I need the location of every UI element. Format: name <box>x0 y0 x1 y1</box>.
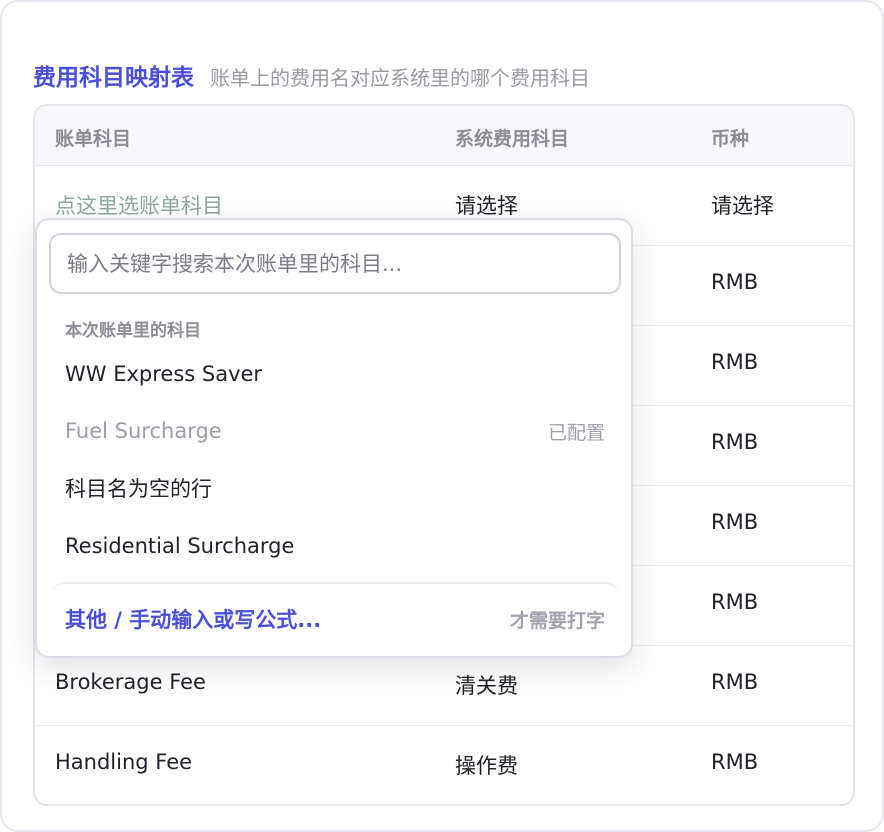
currency-cell[interactable]: RMB <box>711 430 758 454</box>
option-label: Residential Surcharge <box>65 534 295 558</box>
currency-cell[interactable]: RMB <box>711 270 758 294</box>
column-header-currency: 币种 <box>711 128 750 150</box>
table-row: Brokerage Fee 清关费 RMB <box>35 646 853 726</box>
page-title: 费用科目映射表 <box>33 65 194 91</box>
bill-item-dropdown: 本次账单里的科目 WW Express Saver Fuel Surcharge… <box>35 218 633 658</box>
option-item: Fuel Surcharge 已配置 <box>51 404 619 458</box>
option-label: WW Express Saver <box>65 362 263 386</box>
option-item[interactable]: Residential Surcharge <box>51 519 619 573</box>
currency-cell[interactable]: RMB <box>711 750 758 774</box>
bill-item-cell[interactable]: Handling Fee <box>55 750 192 774</box>
card-header: 费用科目映射表 账单上的费用名对应系统里的哪个费用科目 <box>33 58 590 92</box>
currency-cell[interactable]: RMB <box>711 670 758 694</box>
configured-tag: 已配置 <box>547 421 605 444</box>
page-subtitle: 账单上的费用名对应系统里的哪个费用科目 <box>210 66 590 90</box>
currency-cell[interactable]: RMB <box>711 590 758 614</box>
column-header-bill-item: 账单科目 <box>55 128 132 150</box>
mapping-card: 费用科目映射表 账单上的费用名对应系统里的哪个费用科目 账单科目 系统费用科目 … <box>0 0 884 832</box>
table-row: Handling Fee 操作费 RMB <box>35 726 853 804</box>
option-item[interactable]: WW Express Saver <box>51 347 619 401</box>
option-label: 科目名为空的行 <box>65 477 212 501</box>
option-item[interactable]: 科目名为空的行 <box>51 461 619 515</box>
currency-cell[interactable]: RMB <box>711 510 758 534</box>
column-header-system-item: 系统费用科目 <box>455 128 570 150</box>
table-header: 账单科目 系统费用科目 币种 <box>35 106 853 166</box>
manual-input-hint: 才需要打字 <box>509 609 605 632</box>
system-item-select[interactable]: 请选择 <box>455 190 518 220</box>
manual-input-label: 其他 / 手动输入或写公式... <box>65 608 322 632</box>
option-label: Fuel Surcharge <box>65 419 222 443</box>
currency-select[interactable]: 请选择 <box>711 190 774 220</box>
option-group-label: 本次账单里的科目 <box>65 321 201 341</box>
search-input[interactable] <box>49 233 621 294</box>
bill-item-select[interactable]: 点这里选账单科目 <box>55 190 223 220</box>
system-item-cell[interactable]: 清关费 <box>455 670 518 700</box>
currency-cell[interactable]: RMB <box>711 350 758 374</box>
manual-input-option[interactable]: 其他 / 手动输入或写公式... 才需要打字 <box>51 582 619 654</box>
system-item-cell[interactable]: 操作费 <box>455 750 518 780</box>
bill-item-cell[interactable]: Brokerage Fee <box>55 670 206 694</box>
